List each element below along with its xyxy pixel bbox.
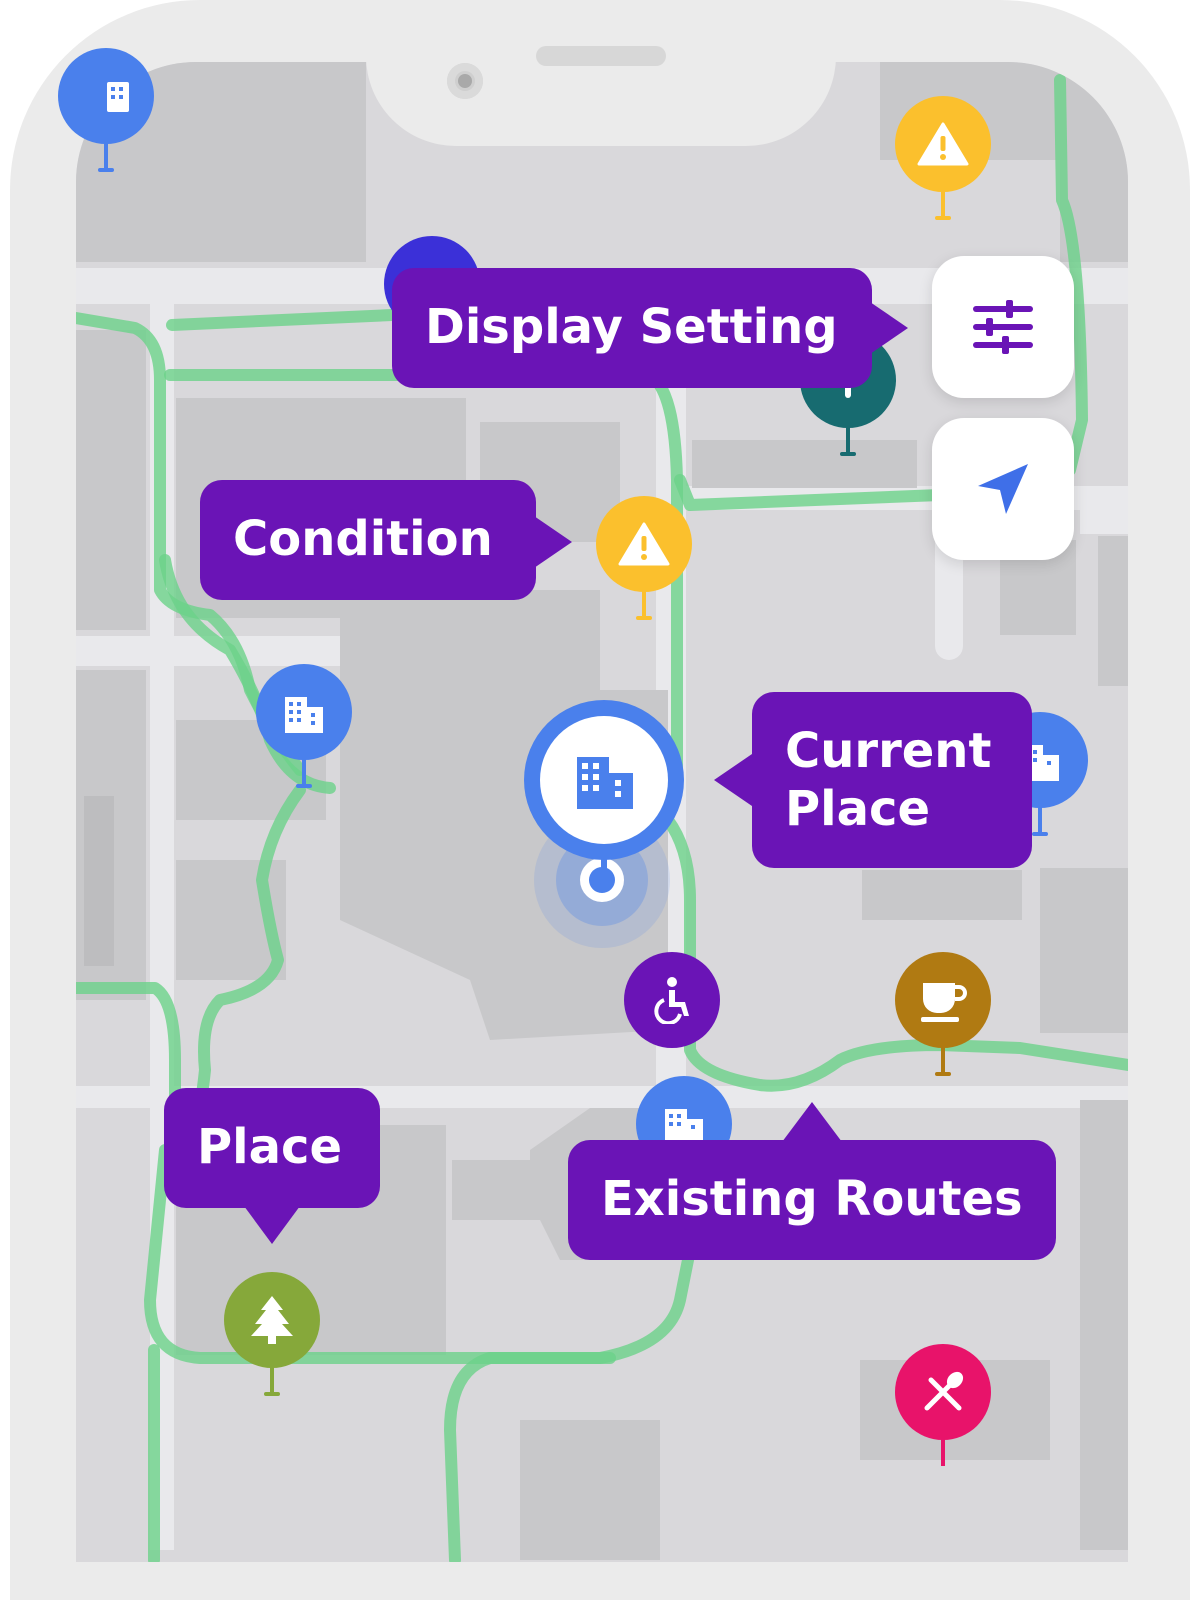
warning-marker[interactable] (895, 96, 991, 226)
building-icon (540, 716, 668, 844)
callout-label: Existing Routes (601, 1171, 1023, 1227)
cafe-marker[interactable] (895, 952, 991, 1082)
park-marker[interactable] (224, 1272, 320, 1402)
navigate-button[interactable] (932, 418, 1074, 560)
callout-label: Place (197, 1119, 343, 1175)
phone-speaker (536, 46, 666, 66)
callout-current-place: Current Place (714, 692, 1032, 868)
current-place-marker[interactable] (524, 700, 684, 880)
navigation-arrow-icon (978, 464, 1028, 514)
callout-label: Condition (233, 511, 493, 567)
condition-warning-marker[interactable] (596, 496, 692, 626)
callout-place: Place (164, 1088, 380, 1244)
callout-condition: Condition (200, 480, 572, 600)
building-icon (256, 664, 352, 760)
warning-icon (895, 96, 991, 192)
accessible-marker[interactable] (624, 952, 720, 1082)
tree-icon (224, 1272, 320, 1368)
coffee-cup-icon (895, 952, 991, 1048)
building-marker[interactable] (256, 664, 352, 794)
phone-camera (447, 63, 483, 99)
callout-label: Display Setting (425, 299, 838, 355)
callout-label-line1: Current (785, 723, 992, 779)
phone-notch (366, 0, 836, 146)
callout-display-setting: Display Setting (392, 268, 908, 388)
sliders-icon (973, 300, 1033, 354)
building-icon (58, 48, 154, 144)
wheelchair-icon (624, 952, 720, 1048)
display-setting-button[interactable] (932, 256, 1074, 398)
fork-knife-icon (895, 1344, 991, 1440)
warning-icon (596, 496, 692, 592)
building-marker[interactable] (58, 48, 154, 178)
restaurant-marker[interactable] (895, 1344, 991, 1474)
callout-existing-routes: Existing Routes (568, 1102, 1056, 1260)
callout-label-line2: Place (785, 781, 931, 837)
